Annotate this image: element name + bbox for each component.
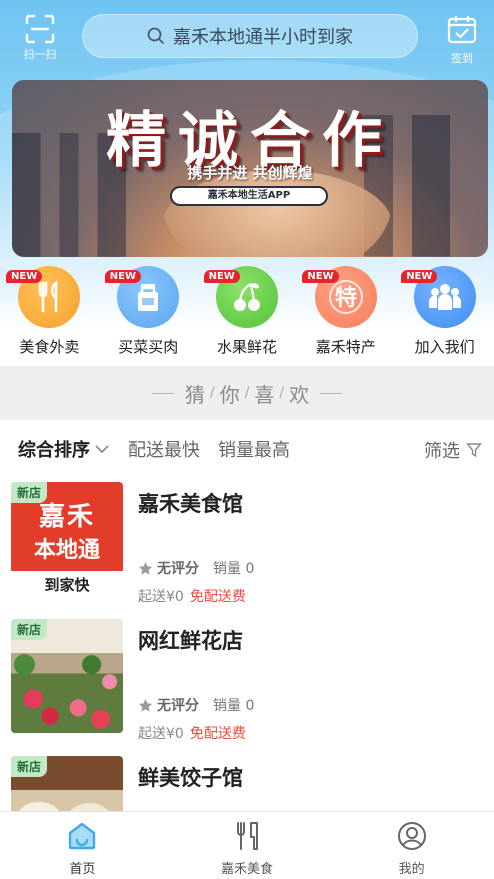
- delivery-info: 起送¥0 免配送费: [138, 586, 246, 606]
- guess-char: 猜: [184, 382, 205, 407]
- shop-item[interactable]: 新店 嘉禾 本地通 到家快 嘉禾美食馆 无评分 销量 0 起送¥0 免配送费: [0, 482, 494, 612]
- thumb-text: 本地通: [33, 538, 100, 563]
- category-fruit-flowers[interactable]: NEW 水果鲜花: [198, 264, 297, 364]
- category-food-delivery[interactable]: NEW 美食外卖: [0, 264, 99, 364]
- rating-text: 无评分: [157, 698, 199, 714]
- tab-label: 我的: [398, 862, 425, 877]
- calendar-check-icon: [447, 16, 477, 44]
- new-badge: NEW: [302, 270, 339, 283]
- category-label: 美食外卖: [19, 338, 80, 356]
- shop-thumbnail: 新店 嘉禾 本地通 到家快: [11, 482, 123, 596]
- svg-text:特: 特: [335, 285, 357, 311]
- sort-bar: 综合排序 配送最快 销量最高 筛选: [0, 428, 494, 470]
- min-order: 起送¥0: [138, 726, 184, 742]
- scan-label: 扫一扫: [23, 48, 57, 61]
- promo-banner[interactable]: 精诚合作 携手并进 共创辉煌 嘉禾本地生活APP: [12, 80, 488, 257]
- search-icon: [147, 27, 165, 45]
- filter-button[interactable]: 筛选: [424, 437, 482, 463]
- checkin-button[interactable]: 签到: [440, 14, 484, 65]
- category-local-specialty[interactable]: NEW 特 嘉禾特产: [296, 264, 395, 364]
- divider: [320, 392, 343, 394]
- star-icon: [138, 698, 153, 712]
- tab-mine[interactable]: 我的: [329, 812, 494, 879]
- user-icon: [397, 822, 426, 850]
- checkin-label: 签到: [451, 52, 473, 65]
- new-badge: NEW: [401, 270, 438, 283]
- category-label: 买菜买肉: [118, 338, 179, 356]
- sort-label: 销量最高: [218, 440, 290, 461]
- chevron-down-icon: [95, 445, 109, 454]
- new-badge: NEW: [203, 270, 240, 283]
- scan-button[interactable]: 扫一扫: [18, 14, 62, 62]
- star-icon: [138, 561, 153, 575]
- shop-meta: 无评分 销量 0: [138, 558, 254, 578]
- new-badge: NEW: [104, 270, 142, 283]
- divider: /: [244, 385, 250, 401]
- guess-char: 你: [219, 382, 240, 407]
- thumb-text: 到家快: [44, 576, 90, 594]
- guess-char: 喜: [254, 382, 275, 407]
- shop-name: 网红鲜花店: [138, 629, 243, 653]
- home-icon: [69, 822, 96, 850]
- filter-label: 筛选: [424, 441, 460, 462]
- scan-icon: [25, 14, 55, 44]
- sort-fastest-delivery[interactable]: 配送最快: [128, 436, 200, 462]
- sort-top-sales[interactable]: 销量最高: [218, 436, 290, 462]
- category-label: 水果鲜花: [216, 338, 277, 356]
- category-label: 嘉禾特产: [315, 338, 376, 356]
- rating: 无评分: [138, 695, 199, 715]
- new-shop-badge: 新店: [11, 619, 48, 640]
- tab-label: 嘉禾美食: [221, 862, 274, 877]
- new-shop-badge: 新店: [11, 756, 48, 777]
- divider: [151, 392, 174, 394]
- divider: /: [209, 385, 215, 401]
- shop-name: 嘉禾美食馆: [138, 492, 243, 516]
- shop-meta: 无评分 销量 0: [138, 695, 254, 715]
- shop-name: 鲜美饺子馆: [138, 766, 243, 790]
- utensils-icon: [237, 822, 258, 850]
- sort-comprehensive[interactable]: 综合排序: [18, 436, 110, 462]
- category-groceries[interactable]: NEW 买菜买肉: [99, 264, 198, 364]
- search-bar[interactable]: 嘉禾本地通半小时到家: [82, 14, 418, 58]
- divider: /: [279, 385, 285, 401]
- new-badge: NEW: [6, 270, 43, 283]
- guess-char: 欢: [289, 382, 310, 407]
- sort-label: 配送最快: [128, 440, 200, 461]
- sales-count: 销量 0: [213, 698, 255, 714]
- delivery-info: 起送¥0 免配送费: [138, 723, 246, 743]
- min-order: 起送¥0: [138, 589, 184, 605]
- new-shop-badge: 新店: [11, 482, 48, 503]
- filter-icon: [466, 443, 482, 458]
- shop-item[interactable]: 新店 网红鲜花店 无评分 销量 0 起送¥0 免配送费: [0, 619, 494, 749]
- banner-subtitle: 携手并进 共创辉煌: [187, 164, 313, 182]
- category-label: 加入我们: [414, 338, 475, 356]
- banner-app-pill: 嘉禾本地生活APP: [170, 186, 328, 206]
- category-join-us[interactable]: NEW 加入我们: [395, 264, 494, 364]
- rating: 无评分: [138, 558, 199, 578]
- tab-label: 首页: [69, 862, 96, 877]
- tab-jiahe-food[interactable]: 嘉禾美食: [165, 812, 330, 879]
- search-placeholder: 嘉禾本地通半小时到家: [173, 27, 353, 48]
- shop-item[interactable]: 新店 鲜美饺子馆: [0, 756, 494, 811]
- shop-thumbnail: 新店: [11, 619, 123, 733]
- bottom-tab-bar: 首页 嘉禾美食 我的: [0, 811, 494, 879]
- free-delivery: 免配送费: [189, 589, 246, 605]
- tab-home[interactable]: 首页: [0, 812, 165, 879]
- free-delivery: 免配送费: [189, 726, 246, 742]
- sales-count: 销量 0: [213, 561, 255, 577]
- shop-thumbnail: 新店: [11, 756, 123, 811]
- category-row: NEW 美食外卖 NEW 买菜买肉 NEW 水果鲜花 NEW 特 嘉禾特产 NE…: [0, 264, 494, 364]
- guess-you-like-header: 猜 / 你 / 喜 / 欢: [0, 366, 494, 420]
- sort-label: 综合排序: [18, 440, 90, 461]
- rating-text: 无评分: [157, 561, 199, 577]
